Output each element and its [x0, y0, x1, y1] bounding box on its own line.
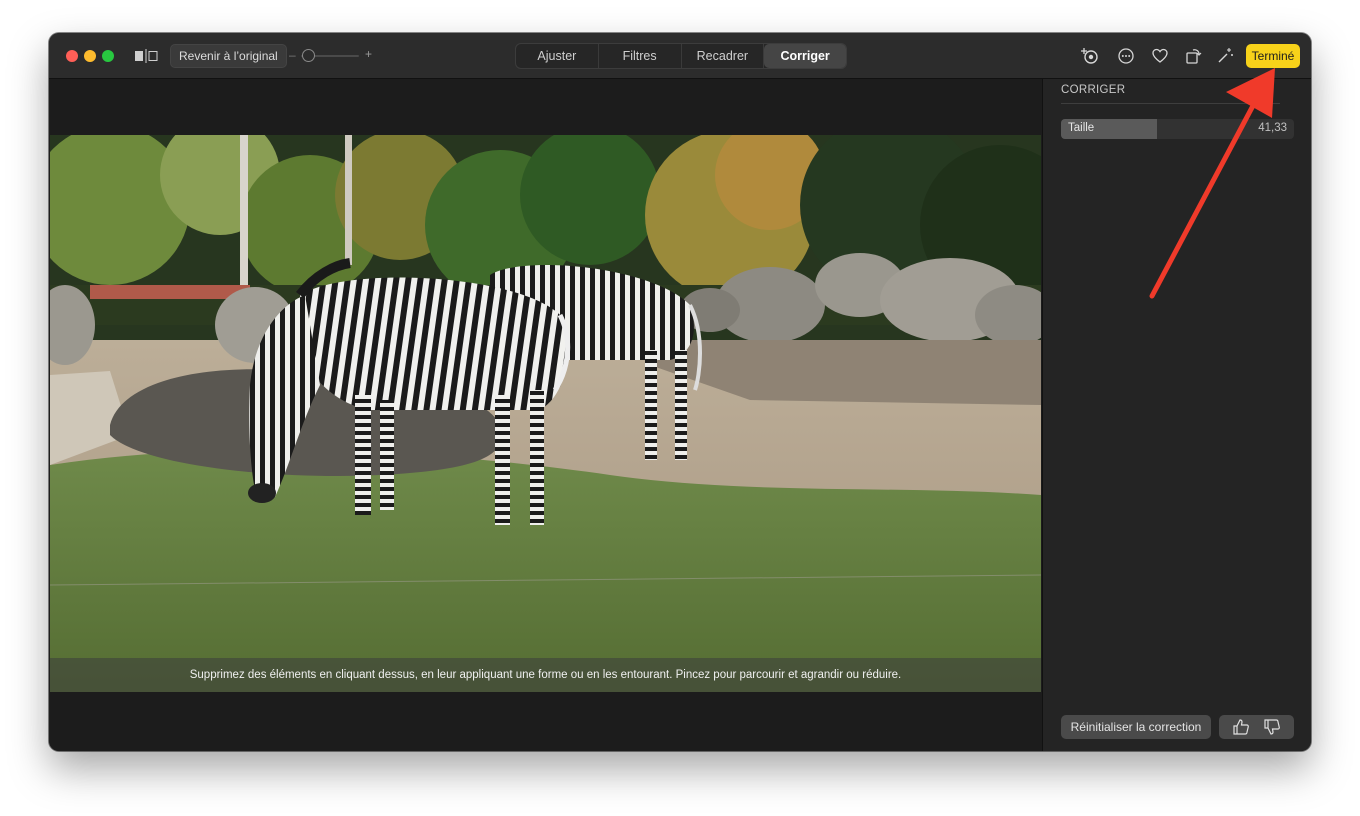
- tab-corriger[interactable]: Corriger: [764, 44, 846, 68]
- heart-icon[interactable]: [1150, 46, 1170, 66]
- window-minimize-button[interactable]: [84, 50, 96, 62]
- compare-icon[interactable]: [134, 49, 158, 63]
- photos-editor-window: Revenir à l’original – + Ajuster Filtres…: [49, 33, 1311, 751]
- tab-filtres[interactable]: Filtres: [599, 44, 682, 68]
- zebra-photo[interactable]: [50, 135, 1041, 692]
- sidebar-divider: [1061, 103, 1280, 104]
- enhance-icon[interactable]: [1080, 46, 1100, 66]
- reset-correction-button[interactable]: Réinitialiser la correction: [1061, 715, 1211, 739]
- correction-sidebar: CORRIGER Taille 41,33 Réinitialiser la c…: [1042, 79, 1311, 751]
- zoom-in-label: +: [365, 47, 373, 61]
- more-icon[interactable]: [1116, 46, 1136, 66]
- window-close-button[interactable]: [66, 50, 78, 62]
- thumbs-up-icon[interactable]: [1232, 718, 1250, 736]
- size-value: 41,33: [1258, 122, 1287, 134]
- size-slider[interactable]: Taille 41,33: [1061, 119, 1294, 139]
- photo-canvas: Supprimez des éléments en cliquant dessu…: [49, 79, 1042, 751]
- edit-mode-tabs: Ajuster Filtres Recadrer Corriger: [515, 43, 847, 69]
- tab-recadrer[interactable]: Recadrer: [682, 44, 765, 68]
- zoom-slider-knob[interactable]: [302, 49, 315, 62]
- done-button[interactable]: Terminé: [1246, 44, 1300, 68]
- tab-ajuster[interactable]: Ajuster: [516, 44, 599, 68]
- sidebar-title: CORRIGER: [1061, 84, 1126, 96]
- toolbar: Revenir à l’original – + Ajuster Filtres…: [49, 33, 1311, 79]
- magic-wand-icon[interactable]: [1215, 46, 1235, 66]
- revert-to-original-button[interactable]: Revenir à l’original: [170, 44, 287, 68]
- hint-text: Supprimez des éléments en cliquant dessu…: [50, 658, 1041, 692]
- size-label: Taille: [1068, 122, 1095, 134]
- zoom-out-label: –: [289, 48, 296, 62]
- window-maximize-button[interactable]: [102, 50, 114, 62]
- rotate-icon[interactable]: [1183, 46, 1203, 66]
- thumbs-down-icon[interactable]: [1263, 718, 1281, 736]
- feedback-buttons: [1219, 715, 1294, 739]
